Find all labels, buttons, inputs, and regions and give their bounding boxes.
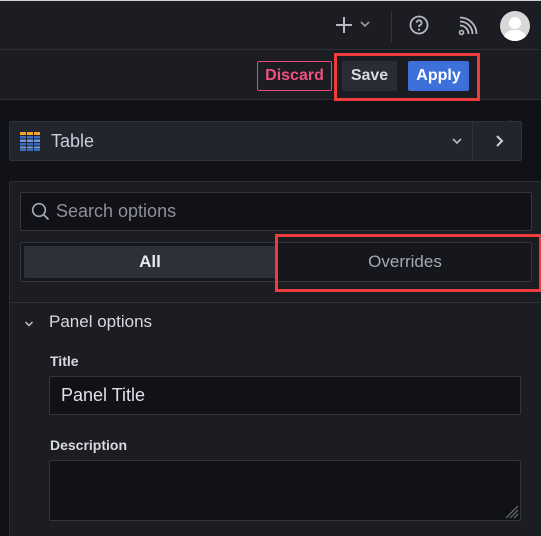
help-circle-icon[interactable] (409, 15, 429, 35)
chevron-down-icon[interactable] (360, 20, 370, 28)
search-options-input[interactable] (56, 193, 516, 230)
panel-options-section-header[interactable]: Panel options (49, 312, 152, 332)
save-button[interactable]: Save (342, 61, 397, 91)
description-label: Description (50, 437, 128, 453)
panel-edit-actions: Discard Save Apply (0, 50, 541, 129)
visualization-picker[interactable]: Table (9, 121, 522, 161)
rss-icon[interactable] (458, 16, 478, 36)
toolbar-divider (391, 12, 392, 42)
tab-overrides[interactable]: Overrides (281, 246, 529, 278)
chevron-down-icon[interactable] (452, 137, 462, 145)
search-options-field[interactable] (20, 192, 532, 231)
avatar[interactable] (500, 11, 530, 41)
description-textarea[interactable] (49, 460, 521, 521)
resize-handle-icon[interactable] (505, 505, 519, 519)
user-icon (503, 17, 527, 41)
options-filter-tabs: All Overrides (20, 242, 532, 282)
title-label: Title (50, 353, 79, 369)
chevron-down-icon[interactable] (24, 320, 34, 328)
apply-button[interactable]: Apply (408, 61, 469, 91)
section-divider (10, 302, 541, 303)
top-bar (0, 0, 541, 50)
chevron-right-icon[interactable] (494, 134, 504, 148)
title-input[interactable] (49, 376, 521, 415)
table-viz-icon (20, 132, 40, 151)
visualization-name: Table (51, 131, 95, 151)
tab-all[interactable]: All (24, 246, 276, 278)
discard-button[interactable]: Discard (257, 61, 332, 91)
plus-icon[interactable] (335, 15, 353, 35)
picker-divider (472, 122, 473, 160)
search-icon (31, 202, 50, 221)
